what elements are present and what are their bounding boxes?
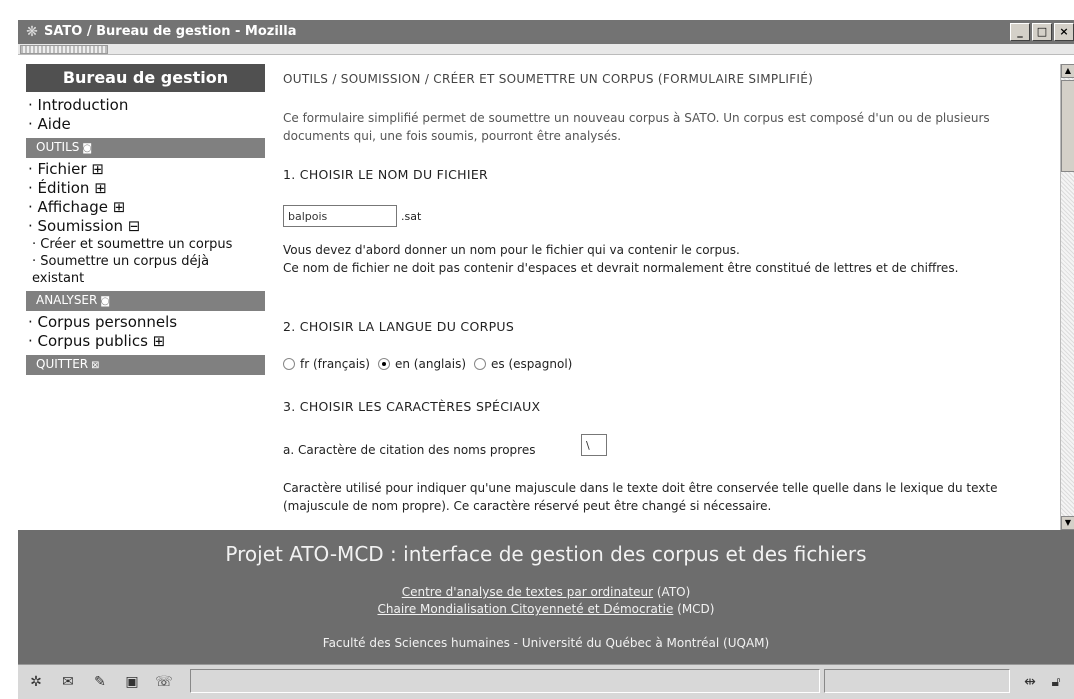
sidebar-section-label: OUTILS: [36, 140, 80, 154]
footer-university: Faculté des Sciences humaines - Universi…: [322, 636, 770, 650]
footer-title: Projet ATO-MCD : interface de gestion de…: [225, 542, 867, 566]
sidebar-item-soumission[interactable]: · Soumission ⊟: [18, 217, 265, 236]
sidebar-item-aide[interactable]: · Aide: [18, 115, 265, 134]
language-radio-group: fr (français) en (anglais) es (espagnol): [283, 357, 580, 371]
sidebar-subitem-creer[interactable]: · Créer et soumettre un corpus: [18, 236, 265, 253]
collapse-icon[interactable]: ◙: [100, 296, 110, 307]
filename-suffix: .sat: [401, 210, 422, 223]
titlebar-bar: ❋ SATO / Bureau de gestion - Mozilla _ □…: [18, 20, 1074, 44]
maximize-button[interactable]: □: [1032, 23, 1052, 41]
sidebar-item-fichier[interactable]: · Fichier ⊞: [18, 160, 265, 179]
footer-line-mcd: Chaire Mondialisation Citoyenneté et Dém…: [18, 602, 1074, 616]
status-bar: ✲ ✉ ✎ ▣ ☏ ⇹ 🔓︎: [18, 664, 1074, 699]
sidebar-item-edition[interactable]: · Édition ⊞: [18, 179, 265, 198]
online-status-icon[interactable]: ⇹: [1018, 673, 1042, 691]
main-content: OUTILS / SOUMISSION / CRÉER ET SOUMETTRE…: [265, 64, 1060, 530]
security-lock-icon[interactable]: 🔓︎: [1046, 673, 1066, 691]
step1-heading: 1. CHOISIR LE NOM DU FICHIER: [283, 167, 489, 182]
status-text-pane: [190, 669, 820, 693]
address-book-icon[interactable]: ▣: [122, 673, 142, 691]
toolbar-grip[interactable]: [20, 45, 108, 54]
ato-link[interactable]: Centre d'analyse de textes par ordinateu…: [402, 585, 653, 599]
radio-fr[interactable]: [283, 358, 295, 370]
sidebar-item-introduction[interactable]: · Introduction: [18, 96, 265, 115]
filename-input[interactable]: balpois: [283, 205, 397, 227]
sidebar: Bureau de gestion · Introduction · Aide …: [18, 64, 265, 530]
filename-help-2: Ce nom de fichier ne doit pas contenir d…: [283, 261, 959, 275]
scrollbar-thumb[interactable]: [1061, 80, 1074, 172]
navigator-icon[interactable]: ✲: [26, 673, 46, 691]
window-titlebar: ❋ SATO / Bureau de gestion - Mozilla _ □…: [0, 0, 1074, 44]
sidebar-section-analyser[interactable]: ANALYSER ◙: [26, 291, 265, 311]
collapse-icon[interactable]: ◙: [82, 143, 92, 154]
window-title: SATO / Bureau de gestion - Mozilla: [44, 24, 297, 39]
vertical-scrollbar[interactable]: ▲ ▼: [1060, 64, 1074, 530]
radio-fr-label: fr (français): [300, 357, 370, 371]
radio-es-label: es (espagnol): [491, 357, 573, 371]
sidebar-section-outils[interactable]: OUTILS ◙: [26, 138, 265, 158]
radio-en[interactable]: [378, 358, 390, 370]
close-icon[interactable]: ⊠: [91, 360, 99, 371]
citation-char-label: a. Caractère de citation des noms propre…: [283, 443, 536, 457]
sidebar-item-corpus-personnels[interactable]: · Corpus personnels: [18, 313, 265, 332]
scroll-down-icon[interactable]: ▼: [1061, 516, 1074, 530]
sidebar-header: Bureau de gestion: [26, 64, 265, 92]
sidebar-section-quitter[interactable]: QUITTER ⊠: [26, 355, 265, 375]
window-controls: _ □ ×: [1010, 23, 1074, 41]
filename-help-1: Vous devez d'abord donner un nom pour le…: [283, 243, 740, 257]
scroll-up-icon[interactable]: ▲: [1061, 64, 1074, 78]
footer: Projet ATO-MCD : interface de gestion de…: [18, 530, 1074, 664]
sidebar-section-label: QUITTER: [36, 357, 89, 371]
composer-icon[interactable]: ✎: [90, 673, 110, 691]
mcd-suffix: (MCD): [673, 602, 715, 616]
sidebar-section-label: ANALYSER: [36, 293, 98, 307]
citation-char-input[interactable]: \: [581, 434, 607, 456]
progress-pane: [824, 669, 1010, 693]
step2-heading: 2. CHOISIR LA LANGUE DU CORPUS: [283, 319, 515, 334]
intro-text: Ce formulaire simplifié permet de soumet…: [283, 111, 990, 143]
minimize-button[interactable]: _: [1010, 23, 1030, 41]
sidebar-item-corpus-publics[interactable]: · Corpus publics ⊞: [18, 332, 265, 351]
breadcrumb: OUTILS / SOUMISSION / CRÉER ET SOUMETTRE…: [283, 72, 814, 86]
mail-icon[interactable]: ✉: [58, 673, 78, 691]
mcd-link[interactable]: Chaire Mondialisation Citoyenneté et Dém…: [378, 602, 674, 616]
radio-en-label: en (anglais): [395, 357, 467, 371]
sidebar-subitem-soumettre[interactable]: · Soumettre un corpus déjà existant: [18, 253, 265, 287]
footer-line-ato: Centre d'analyse de textes par ordinateu…: [18, 585, 1074, 599]
step3-heading: 3. CHOISIR LES CARACTÈRES SPÉCIAUX: [283, 399, 541, 414]
close-button[interactable]: ×: [1054, 23, 1074, 41]
toolbar-strip: [18, 44, 1074, 55]
citation-char-help: Caractère utilisé pour indiquer qu'une m…: [283, 481, 998, 513]
ato-suffix: (ATO): [653, 585, 691, 599]
mozilla-icon: ❋: [26, 24, 38, 40]
radio-es[interactable]: [474, 358, 487, 370]
chat-icon[interactable]: ☏: [154, 673, 174, 691]
sidebar-item-affichage[interactable]: · Affichage ⊞: [18, 198, 265, 217]
